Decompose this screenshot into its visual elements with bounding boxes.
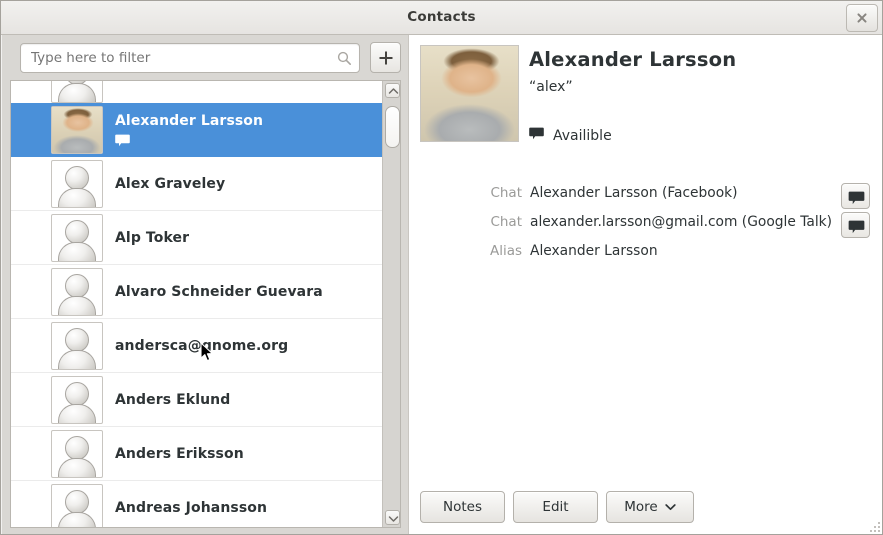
titlebar: Contacts [1,1,882,35]
list-item-label: Anders Eklund [115,391,231,408]
contacts-window: Contacts Alexander LarssonAlex GraveleyA… [0,0,883,535]
default-avatar-body-icon [58,241,96,261]
avatar [51,483,103,527]
notes-button-label: Notes [443,499,482,515]
avatar [51,159,103,208]
default-avatar-head-icon [65,381,89,406]
resize-grip[interactable] [868,520,880,532]
list-item[interactable]: Alvaro Schneider Guevara [11,265,384,319]
default-avatar-head-icon [65,219,89,244]
list-item-content: andersca@gnome.org [115,338,288,354]
list-item-label: Alp Toker [115,229,190,246]
list-item-content: Alex Graveley [115,176,225,192]
more-button-label: More [624,499,658,515]
contact-list[interactable]: Alexander Larsson Alex Graveley Alp Toker A… [11,81,384,527]
avatar [51,267,103,316]
chevron-down-icon[interactable] [385,510,400,525]
list-item[interactable] [11,81,384,103]
contact-nickname: “alex” [529,79,573,95]
chat-bubble-icon [848,220,865,234]
contact-photo [421,46,518,141]
default-avatar-head-icon [65,273,89,298]
contact-field-row: Chat Alexander Larsson (Facebook) [409,183,882,210]
default-avatar-body-icon [58,187,96,207]
list-item-label: Andreas Johansson [115,499,268,516]
list-item-label: andersca@gnome.org [115,337,289,354]
search-toolbar [2,35,408,80]
contact-detail-pane: Alexander Larsson “alex” Availible Chat A… [408,35,882,534]
list-item[interactable]: Andreas Johansson [11,481,384,527]
chat-button[interactable] [841,183,870,209]
list-scrollbar[interactable] [382,81,400,527]
contact-field-value: alexander.larsson@gmail.com (Google Talk… [530,214,833,230]
list-item-content: Alp Toker [115,230,189,246]
default-avatar-body-icon [58,403,96,423]
list-item[interactable]: Alex Graveley [11,157,384,211]
default-avatar-head-icon [65,489,89,514]
default-avatar-body-icon [58,295,96,315]
page-title: Alexander Larsson [529,48,737,71]
search-field[interactable] [20,43,360,73]
chat-button[interactable] [841,212,870,238]
default-avatar-body-icon [58,83,96,102]
contact-field-row: Chat alexander.larsson@gmail.com (Google … [409,212,882,239]
contact-field-label: Alias [489,243,522,259]
list-item-content: Alexander Larsson [115,113,263,147]
contact-photo [52,106,102,153]
list-item-content: Anders Eklund [115,392,230,408]
avatar [51,105,103,154]
contact-field-row: Alias Alexander Larsson [409,243,882,268]
default-avatar-head-icon [65,327,89,352]
list-item-content: Andreas Johansson [115,500,267,516]
list-item[interactable]: Alexander Larsson [11,103,384,157]
list-item-content: Alvaro Schneider Guevara [115,284,323,300]
list-item[interactable]: Anders Eklund [11,373,384,427]
avatar [51,375,103,424]
chat-bubble-icon [529,127,544,144]
notes-button[interactable]: Notes [420,491,505,523]
window-title: Contacts [407,9,476,25]
default-avatar-body-icon [58,349,96,369]
default-avatar-body-icon [58,457,96,477]
detail-button-bar: Notes Edit More [409,480,882,534]
chat-bubble-icon [115,134,263,147]
close-icon[interactable] [846,4,878,32]
contacts-list-pane: Alexander Larsson Alex Graveley Alp Toker A… [2,35,408,534]
avatar [51,81,103,103]
contact-field-label: Chat [490,185,522,201]
default-avatar-body-icon [58,511,96,527]
contact-field-label: Chat [490,214,522,230]
contact-field-value: Alexander Larsson (Facebook) [530,185,738,201]
list-item-content: Anders Eriksson [115,446,244,462]
search-input[interactable] [31,44,331,72]
chat-bubble-icon [848,191,865,205]
list-item[interactable]: Alp Toker [11,211,384,265]
list-item[interactable]: Anders Eriksson [11,427,384,481]
edit-button-label: Edit [542,499,569,515]
avatar [420,45,519,142]
status-badge: Availible [529,127,612,144]
avatar [51,213,103,262]
list-item[interactable]: andersca@gnome.org [11,319,384,373]
status-text: Availible [553,127,612,144]
default-avatar-head-icon [65,165,89,190]
avatar [51,321,103,370]
list-item-label: Alvaro Schneider Guevara [115,283,323,300]
list-item-label: Anders Eriksson [115,445,244,462]
chevron-up-icon[interactable] [385,83,400,98]
default-avatar-head-icon [65,435,89,460]
list-item-label: Alex Graveley [115,175,226,192]
more-button[interactable]: More [606,491,694,523]
contact-list-frame: Alexander Larsson Alex Graveley Alp Toker A… [10,80,401,528]
scrollbar-thumb[interactable] [385,106,400,148]
chevron-down-icon [665,503,676,511]
list-item-label: Alexander Larsson [115,112,264,129]
edit-button[interactable]: Edit [513,491,598,523]
contact-field-value: Alexander Larsson [530,243,658,259]
search-icon [337,51,352,66]
plus-icon[interactable] [370,42,401,73]
avatar [51,429,103,478]
